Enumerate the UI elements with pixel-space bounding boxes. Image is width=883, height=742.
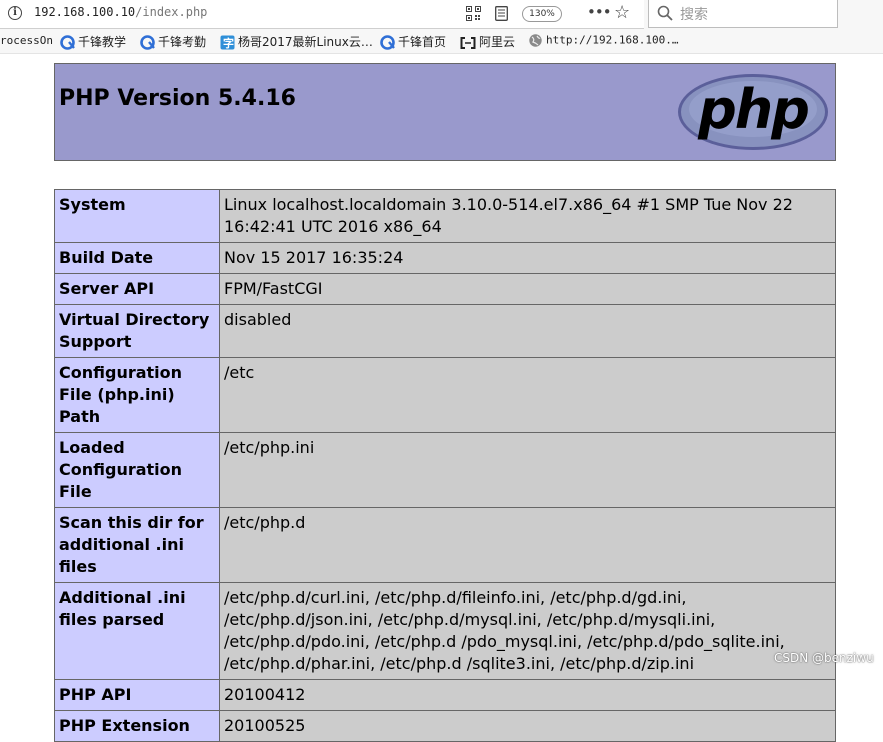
row-value: /etc/php.ini <box>219 432 836 508</box>
row-key: Scan this dir for additional .ini files <box>54 507 220 583</box>
zoom-level-badge[interactable]: 130% <box>522 6 562 22</box>
row-key: PHP API <box>54 679 220 711</box>
table-row: Virtual Directory Support disabled <box>54 304 836 358</box>
bookmarks-bar: rocessOn 千锋教学 千锋考勤 字杨哥2017最新Linux云… 千锋首页… <box>0 29 883 54</box>
bookmark-label: 杨哥2017最新Linux云… <box>238 35 373 49</box>
bookmark-qianfeng-attendance[interactable]: 千锋考勤 <box>140 33 206 50</box>
row-value: /etc <box>219 357 836 433</box>
address-bar[interactable]: i 192.168.100.10/index.php 130% ••• ☆ <box>0 0 644 29</box>
svg-text:字: 字 <box>223 36 234 50</box>
row-key: Additional .ini files parsed <box>54 582 220 680</box>
bookmark-local-server[interactable]: http://192.168.100.… <box>528 33 678 48</box>
qianfeng-logo-icon <box>140 35 155 50</box>
row-key: Virtual Directory Support <box>54 304 220 358</box>
browser-toolbar: i 192.168.100.10/index.php 130% ••• ☆ 搜索 <box>0 0 883 29</box>
phpinfo-table: System Linux localhost.localdomain 3.10.… <box>54 189 836 742</box>
table-row: Loaded Configuration File /etc/php.ini <box>54 432 836 508</box>
row-key: Build Date <box>54 242 220 274</box>
row-key: Loaded Configuration File <box>54 432 220 508</box>
search-placeholder[interactable]: 搜索 <box>680 4 708 24</box>
row-key: PHP Extension <box>54 710 220 742</box>
table-row: Build Date Nov 15 2017 16:35:24 <box>54 242 836 274</box>
bookmark-label: rocessOn <box>0 34 53 47</box>
row-value: /etc/php.d/curl.ini, /etc/php.d/fileinfo… <box>219 582 836 680</box>
php-logo: php <box>678 74 828 150</box>
bookmark-label: 千锋考勤 <box>158 35 207 49</box>
site-info-icon[interactable]: i <box>8 6 22 20</box>
url-path: /index.php <box>135 5 208 19</box>
bookmark-aliyun[interactable]: 阿里云 <box>460 33 515 50</box>
row-value: Linux localhost.localdomain 3.10.0-514.e… <box>219 189 836 243</box>
table-row: Configuration File (php.ini) Path /etc <box>54 357 836 433</box>
php-logo-text: php <box>697 78 808 141</box>
table-row: PHP Extension 20100525 <box>54 710 836 742</box>
bookmark-processon[interactable]: rocessOn <box>0 34 53 47</box>
row-value: 20100412 <box>219 679 836 711</box>
row-value: Nov 15 2017 16:35:24 <box>219 242 836 274</box>
bookmark-qianfeng-teaching[interactable]: 千锋教学 <box>60 33 126 50</box>
search-icon <box>657 5 673 21</box>
table-row: Additional .ini files parsed /etc/php.d/… <box>54 582 836 680</box>
row-key: System <box>54 189 220 243</box>
search-box[interactable] <box>648 0 838 28</box>
bookmark-star-icon[interactable]: ☆ <box>614 3 630 23</box>
bookmark-label: 千锋首页 <box>398 35 447 49</box>
address-url[interactable]: 192.168.100.10/index.php <box>34 5 207 19</box>
qianfeng-logo-icon <box>60 35 75 50</box>
bookmark-qianfeng-home[interactable]: 千锋首页 <box>380 33 446 50</box>
qianfeng-logo-icon <box>380 35 395 50</box>
php-version-title: PHP Version 5.4.16 <box>59 86 296 111</box>
table-row: Scan this dir for additional .ini files … <box>54 507 836 583</box>
more-actions-icon[interactable]: ••• <box>587 3 612 21</box>
table-row: Server API FPM/FastCGI <box>54 273 836 305</box>
reader-view-icon[interactable] <box>495 6 508 21</box>
table-row: System Linux localhost.localdomain 3.10.… <box>54 189 836 243</box>
bookmark-label: 阿里云 <box>479 35 516 49</box>
row-key: Server API <box>54 273 220 305</box>
row-value: 20100525 <box>219 710 836 742</box>
aliyun-logo-icon <box>460 36 476 49</box>
row-value: FPM/FastCGI <box>219 273 836 305</box>
bookmark-label: 千锋教学 <box>78 35 127 49</box>
row-value: disabled <box>219 304 836 358</box>
course-site-icon: 字 <box>220 35 235 50</box>
csdn-watermark: CSDN @benziwu <box>774 651 874 665</box>
row-key: Configuration File (php.ini) Path <box>54 357 220 433</box>
bookmark-linux-course[interactable]: 字杨哥2017最新Linux云… <box>220 33 373 50</box>
table-row: PHP API 20100412 <box>54 679 836 711</box>
row-value: /etc/php.d <box>219 507 836 583</box>
url-host: 192.168.100.10 <box>34 5 136 19</box>
qr-code-icon[interactable] <box>466 6 481 21</box>
bookmark-label: http://192.168.100.… <box>546 33 679 47</box>
globe-icon <box>529 34 542 47</box>
